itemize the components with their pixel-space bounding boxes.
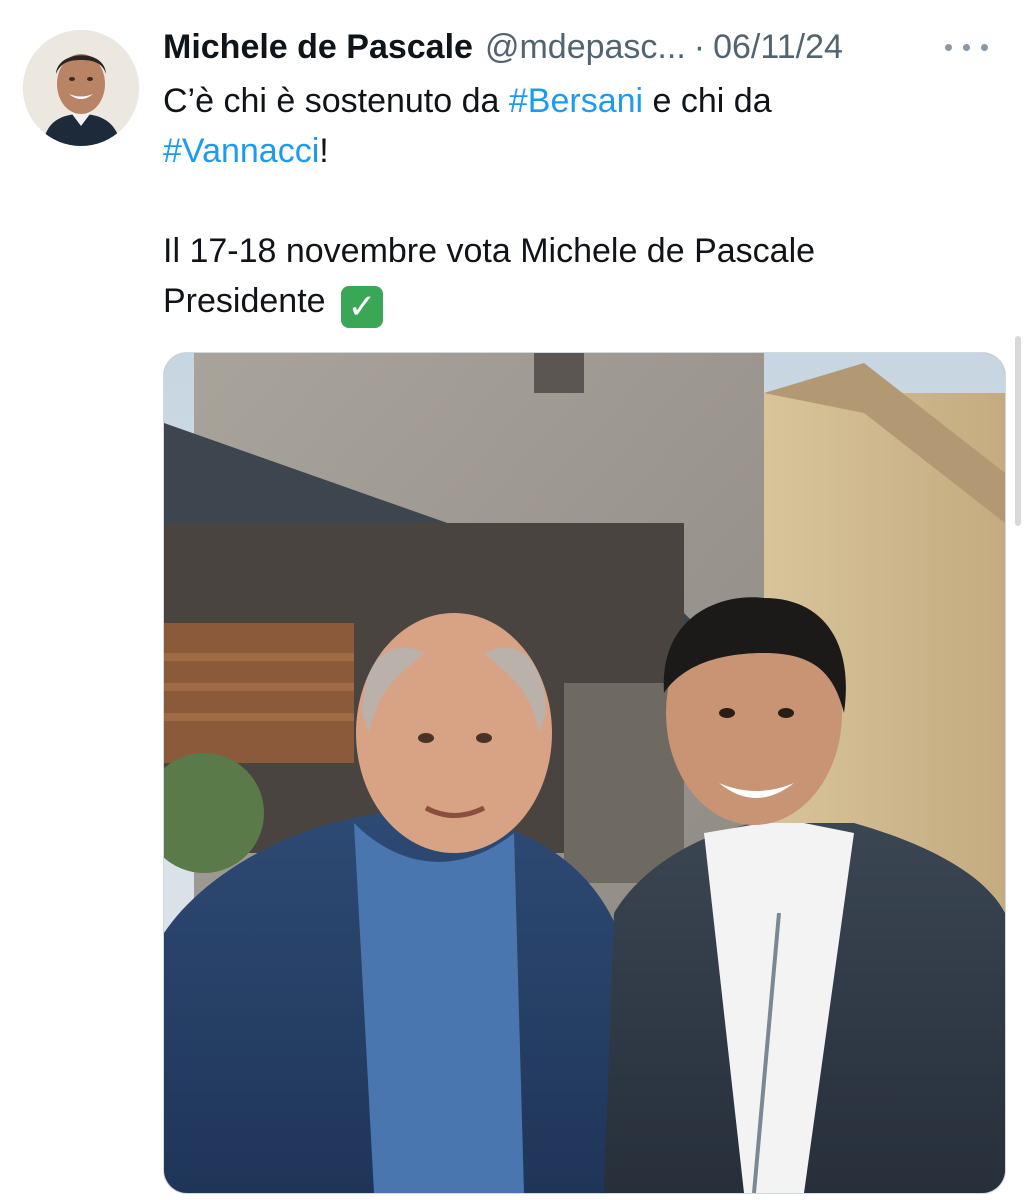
more-dots-icon[interactable] [939,32,999,62]
hashtag-bersani[interactable]: #Bersani [509,82,643,120]
author-name[interactable]: Michele de Pascale [163,28,473,67]
tweet-blank-line [163,176,993,226]
tweet-date[interactable]: 06/11/24 [713,28,843,67]
tweet-text-part: Presidente [163,282,326,320]
tweet-line-4: Presidente ✓ [163,276,993,328]
tweet-text-part: C’è chi è sostenuto da [163,82,509,120]
hashtag-vannacci[interactable]: #Vannacci [163,132,319,170]
author-handle[interactable]: @mdepasc... [485,28,686,67]
tweet-photo[interactable] [163,352,1006,1194]
tweet-line-3: Il 17-18 novembre vota Michele de Pascal… [163,232,816,270]
tweet-text: C’è chi è sostenuto da #Bersani e chi da… [163,76,993,328]
author-avatar[interactable] [23,30,139,146]
check-mark-icon: ✓ [341,286,383,328]
tweet-text-part: e chi da [643,82,772,120]
tweet-line-1: C’è chi è sostenuto da #Bersani e chi da [163,76,993,126]
scrollbar[interactable] [1015,336,1021,526]
tweet-header: Michele de Pascale @mdepasc... · 06/11/2… [163,24,999,70]
header-separator: · [693,27,706,66]
avatar-photo [23,30,139,146]
photo-image [164,353,1005,1193]
tweet-text-part: ! [319,132,329,170]
tweet-line-2: #Vannacci! [163,126,993,176]
tweet[interactable]: Michele de Pascale @mdepasc... · 06/11/2… [0,0,1029,1200]
